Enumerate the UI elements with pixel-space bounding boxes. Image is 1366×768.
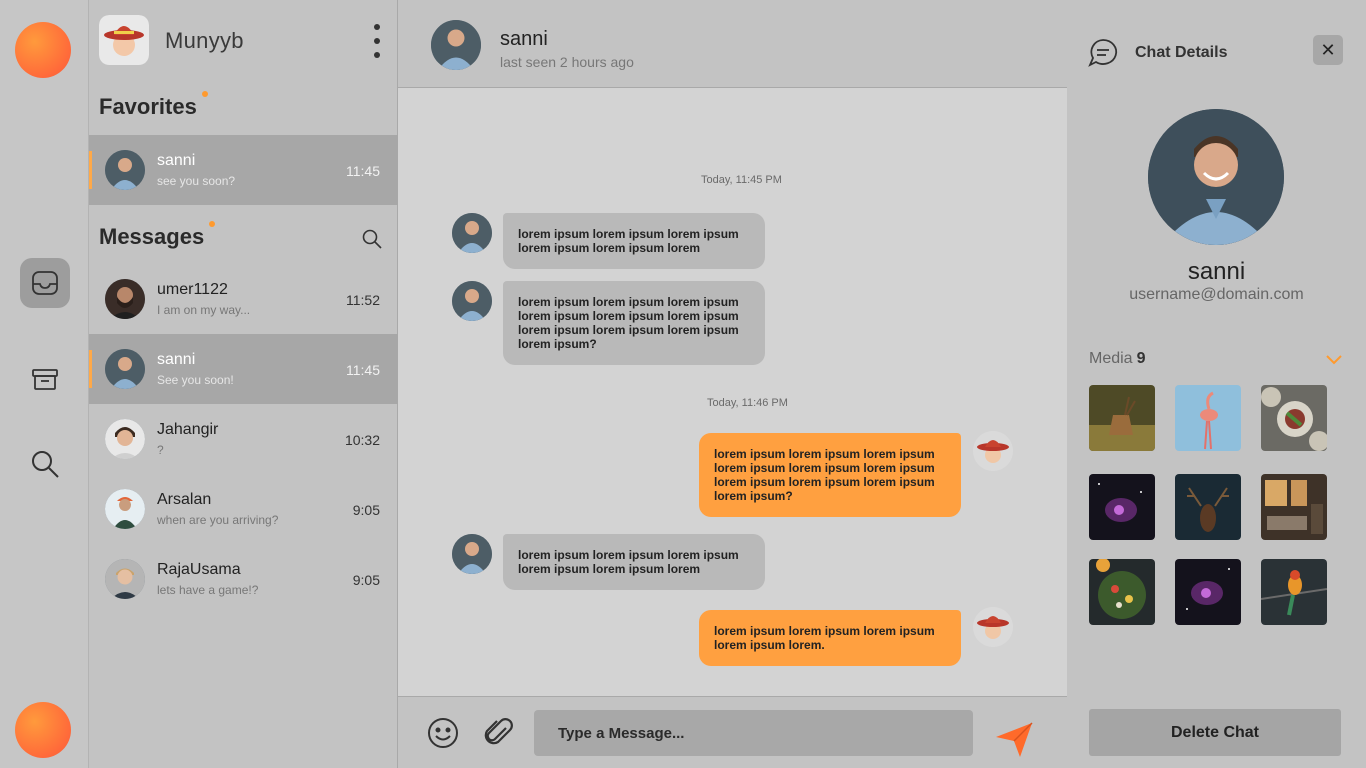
avatar <box>452 281 492 321</box>
contact-name: Arsalan <box>157 491 212 508</box>
date-separator: Today, 11:46 PM <box>707 397 788 409</box>
nav-rail <box>0 0 89 768</box>
avatar <box>105 349 145 389</box>
media-thumbnail[interactable] <box>1089 474 1155 540</box>
chevron-down-icon[interactable] <box>1323 348 1345 370</box>
message-preview: lets have a game!? <box>157 583 259 597</box>
send-icon[interactable] <box>994 719 1034 759</box>
close-icon: ✕ <box>1320 39 1336 60</box>
avatar <box>105 150 145 190</box>
outgoing-message: lorem ipsum lorem ipsum lorem ipsum lore… <box>699 610 961 666</box>
media-count: 9 <box>1136 350 1146 367</box>
details-contact-name: sanni <box>1187 258 1246 285</box>
avatar <box>1148 109 1284 245</box>
more-options-icon[interactable] <box>367 24 387 58</box>
attachment-icon[interactable] <box>482 716 516 750</box>
chat-bubble-icon <box>1088 39 1118 67</box>
message-composer <box>398 696 1067 768</box>
avatar <box>105 419 145 459</box>
media-thumbnail[interactable] <box>1089 385 1155 451</box>
avatar <box>973 431 1013 471</box>
user-status-orb[interactable] <box>15 702 71 758</box>
sombrero-avatar-icon <box>99 15 149 65</box>
message-time: 9:05 <box>352 572 380 588</box>
search-nav-button[interactable] <box>20 439 70 489</box>
details-username: username@domain.com <box>1129 286 1304 303</box>
messages-heading: Messages <box>99 221 216 250</box>
profile-header: Munyyb <box>89 0 398 80</box>
date-separator: Today, 11:45 PM <box>701 174 782 186</box>
avatar[interactable] <box>431 20 481 70</box>
avatar <box>452 534 492 574</box>
details-title: Chat Details <box>1135 44 1228 61</box>
message-time: 11:45 <box>346 163 380 179</box>
message-time: 9:05 <box>352 502 380 518</box>
message-preview: when are you arriving? <box>157 513 279 527</box>
chat-panel: sanni last seen 2 hours ago Today, 11:45… <box>398 0 1067 768</box>
favorites-heading: Favorites <box>99 91 208 120</box>
list-item[interactable]: Jahangir ? 10:32 <box>89 404 398 474</box>
contact-name: RajaUsama <box>157 561 241 578</box>
archive-nav-button[interactable] <box>20 354 70 404</box>
favorite-item-sanni[interactable]: sanni see you soon? 11:45 <box>89 135 398 205</box>
close-button[interactable]: ✕ <box>1313 35 1343 65</box>
chat-header: sanni last seen 2 hours ago <box>398 0 1067 88</box>
outgoing-message: lorem ipsum lorem ipsum lorem ipsum lore… <box>699 433 961 517</box>
media-heading: Media 9 <box>1089 350 1145 368</box>
chat-details-panel: Chat Details ✕ sanni username@domain.com… <box>1067 0 1366 768</box>
chat-contact-name: sanni <box>500 28 548 50</box>
inbox-nav-button[interactable] <box>20 258 70 308</box>
delete-chat-button[interactable]: Delete Chat <box>1089 709 1341 756</box>
contact-name: sanni <box>157 351 196 368</box>
media-thumbnail[interactable] <box>1175 559 1241 625</box>
incoming-message: lorem ipsum lorem ipsum lorem ipsum lore… <box>503 534 765 590</box>
avatar <box>105 279 145 319</box>
media-thumbnail[interactable] <box>1261 385 1327 451</box>
emoji-icon[interactable] <box>426 716 460 750</box>
message-time: 10:32 <box>344 432 380 448</box>
inbox-icon <box>32 271 58 295</box>
current-user-name: Munyyb <box>165 28 244 53</box>
media-thumbnail[interactable] <box>1089 559 1155 625</box>
avatar <box>105 559 145 599</box>
list-item[interactable]: umer1122 I am on my way... 11:52 <box>89 264 398 334</box>
favorites-title: Favorites <box>99 94 197 119</box>
list-item[interactable]: Arsalan when are you arriving? 9:05 <box>89 474 398 544</box>
list-item[interactable]: sanni See you soon! 11:45 <box>89 334 398 404</box>
archive-icon <box>32 369 58 390</box>
contact-name: Jahangir <box>157 421 219 438</box>
avatar <box>973 607 1013 647</box>
incoming-message: lorem ipsum lorem ipsum lorem ipsum lore… <box>503 213 765 269</box>
media-thumbnail[interactable] <box>1261 474 1327 540</box>
search-icon <box>32 451 59 478</box>
contacts-panel: Munyyb Favorites sanni see you soon? 11:… <box>89 0 398 768</box>
contact-name: sanni <box>157 152 196 169</box>
avatar <box>105 489 145 529</box>
media-thumbnail[interactable] <box>1261 559 1327 625</box>
message-input[interactable] <box>534 710 973 756</box>
message-time: 11:45 <box>346 362 380 378</box>
avatar[interactable] <box>99 15 149 65</box>
media-label: Media <box>1089 350 1133 367</box>
brand-logo <box>15 22 71 78</box>
media-thumbnail[interactable] <box>1175 385 1241 451</box>
incoming-message: lorem ipsum lorem ipsum lorem ipsum lore… <box>503 281 765 365</box>
search-icon[interactable] <box>361 228 383 250</box>
contact-name: umer1122 <box>157 281 228 298</box>
media-thumbnail[interactable] <box>1175 474 1241 540</box>
message-preview: see you soon? <box>157 174 236 188</box>
message-preview: ? <box>157 443 164 457</box>
list-item[interactable]: RajaUsama lets have a game!? 9:05 <box>89 544 398 614</box>
messages-title: Messages <box>99 224 205 249</box>
message-preview: I am on my way... <box>157 303 251 317</box>
chat-last-seen: last seen 2 hours ago <box>500 54 634 70</box>
message-time: 11:52 <box>346 292 380 308</box>
avatar <box>452 213 492 253</box>
message-preview: See you soon! <box>157 373 234 387</box>
